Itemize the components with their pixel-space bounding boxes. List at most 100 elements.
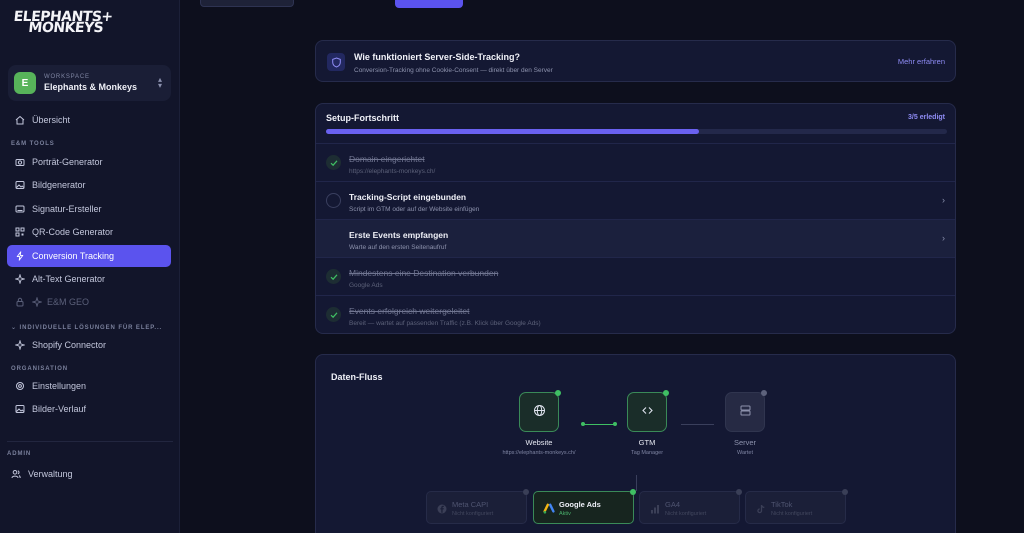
destination-meta-capi[interactable]: Meta CAPI Nicht konfiguriert: [426, 489, 529, 524]
destination-name: GA4: [665, 500, 681, 509]
sidebar-item-label: E&M GEO: [47, 297, 90, 307]
connector-dot: [613, 422, 617, 426]
lock-icon: [15, 297, 25, 307]
setup-progress-card: Setup-Fortschritt 3/5 erledigt Domain ei…: [315, 103, 956, 334]
chevron-right-icon: ›: [942, 233, 945, 243]
sidebar-item-overview[interactable]: Übersicht: [7, 109, 171, 131]
sidebar-item-alt-text-generator[interactable]: Alt-Text Generator: [7, 268, 171, 290]
setup-progress-fill: [326, 129, 699, 134]
node-sub-website: https://elephants-monkeys.ch/: [502, 450, 576, 456]
sidebar-item-label: Bilder-Verlauf: [32, 404, 87, 414]
step-subtitle: Warte auf den ersten Seitenaufruf: [349, 244, 447, 251]
setup-progress-bar: [326, 129, 947, 134]
pending-circle-icon: [326, 231, 341, 246]
flow-connector-website-gtm: [583, 424, 615, 425]
destination-status: Nicht konfiguriert: [452, 511, 494, 517]
tab-overview[interactable]: [395, 0, 463, 8]
chevron-down-icon: ⌄: [11, 325, 17, 331]
destination-name: Meta CAPI: [452, 500, 489, 509]
sidebar-item-settings[interactable]: Einstellungen: [7, 375, 171, 397]
server-side-info-banner: Wie funktioniert Server-Side-Tracking? C…: [315, 40, 956, 82]
sidebar-item-label: QR-Code Generator: [32, 227, 114, 237]
top-tab-bar: [180, 0, 1024, 8]
analytics-icon: [649, 503, 661, 515]
step-title: Erste Events empfangen: [349, 230, 449, 240]
step-title: Domain eingerichtet: [349, 154, 425, 164]
step-subtitle: https://elephants-monkeys.ch/: [349, 168, 436, 175]
tiktok-icon: [755, 503, 767, 515]
destination-ga4[interactable]: GA4 Nicht konfiguriert: [639, 489, 742, 524]
sidebar-item-label: Alt-Text Generator: [32, 274, 106, 284]
setup-step-destination[interactable]: Mindestens eine Destination verbunden Go…: [316, 257, 955, 295]
sidebar-item-qr-code-generator[interactable]: QR-Code Generator: [7, 221, 171, 243]
destination-status: Aktiv: [559, 511, 571, 517]
sidebar-item-conversion-tracking[interactable]: Conversion Tracking: [7, 245, 171, 267]
flow-connector-gtm-server: [681, 424, 714, 425]
signature-icon: [15, 204, 25, 214]
data-flow-card: Daten-Fluss Website https://elephants-mo…: [315, 354, 956, 533]
top-filter-pill[interactable]: [200, 0, 294, 7]
shield-icon: [327, 53, 345, 71]
empty-circle-icon: [326, 193, 341, 208]
image-icon: [15, 404, 25, 414]
camera-icon: [15, 157, 25, 167]
connector-dot: [581, 422, 585, 426]
image-icon: [15, 180, 25, 190]
sidebar-item-em-geo[interactable]: E&M GEO: [7, 291, 171, 313]
status-dot: [736, 489, 742, 495]
step-title: Tracking-Script eingebunden: [349, 192, 467, 202]
chevron-up-down-icon: ▴ ▾: [157, 75, 162, 90]
sidebar-item-label: Shopify Connector: [32, 340, 107, 350]
setup-step-first-events[interactable]: Erste Events empfangen Warte auf den ers…: [316, 219, 955, 257]
check-icon: [326, 307, 341, 322]
sidebar-divider: [7, 441, 173, 442]
sidebar-item-label: Porträt-Generator: [32, 157, 103, 167]
sidebar-item-shopify-connector[interactable]: Shopify Connector: [7, 334, 171, 356]
workspace-switcher[interactable]: E WORKSPACE Elephants & Monkeys ▴ ▾: [8, 65, 171, 101]
learn-more-link[interactable]: Mehr erfahren: [898, 57, 945, 66]
flow-title: Daten-Fluss: [331, 372, 383, 382]
sidebar-item-image-generator[interactable]: Bildgenerator: [7, 174, 171, 196]
sidebar-item-signature-creator[interactable]: Signatur-Ersteller: [7, 198, 171, 220]
setup-count: 3/5 erledigt: [908, 114, 945, 121]
step-title: Events erfolgreich weitergeleitet: [349, 306, 470, 316]
sidebar-item-portrait-generator[interactable]: Porträt-Generator: [7, 151, 171, 173]
code-icon: [641, 404, 654, 420]
setup-step-forwarded[interactable]: Events erfolgreich weitergeleitet Bereit…: [316, 295, 955, 333]
globe-icon: [533, 404, 546, 420]
status-dot: [842, 489, 848, 495]
status-dot: [761, 390, 767, 396]
section-label-organisation: ORGANISATION: [11, 366, 69, 372]
home-icon: [15, 115, 25, 125]
sidebar-item-image-history[interactable]: Bilder-Verlauf: [7, 398, 171, 420]
step-subtitle: Google Ads: [349, 282, 383, 289]
destination-name: TikTok: [771, 500, 793, 509]
flow-node-server[interactable]: [725, 390, 767, 432]
status-dot: [630, 489, 636, 495]
step-subtitle: Bereit — wartet auf passenden Traffic (z…: [349, 320, 541, 327]
destination-google-ads[interactable]: Google Ads Aktiv: [533, 489, 636, 524]
destination-status: Nicht konfiguriert: [665, 511, 707, 517]
sidebar-item-label: Signatur-Ersteller: [32, 204, 102, 214]
sidebar-item-label: Einstellungen: [32, 381, 87, 391]
info-subtitle: Conversion-Tracking ohne Cookie-Consent …: [354, 67, 553, 74]
users-icon: [11, 469, 21, 479]
status-dot: [555, 390, 561, 396]
setup-step-domain[interactable]: Domain eingerichtet https://elephants-mo…: [316, 143, 955, 181]
destination-name: Google Ads: [559, 500, 601, 509]
step-title: Mindestens eine Destination verbunden: [349, 268, 499, 278]
sidebar-item-administration[interactable]: Verwaltung: [3, 463, 167, 485]
sidebar-item-label: Verwaltung: [28, 469, 73, 479]
node-label-website: Website: [525, 438, 553, 447]
sparkle-icon: [15, 340, 25, 350]
destination-tiktok[interactable]: TikTok Nicht konfiguriert: [745, 489, 848, 524]
bolt-icon: [15, 251, 25, 261]
flow-node-gtm[interactable]: [627, 390, 669, 432]
destination-status: Nicht konfiguriert: [771, 511, 813, 517]
server-icon: [739, 404, 752, 420]
qr-code-icon: [15, 227, 25, 237]
flow-node-website[interactable]: [519, 390, 561, 432]
setup-step-tracking-script[interactable]: Tracking-Script eingebunden Script im GT…: [316, 181, 955, 219]
brand-logo[interactable]: ELEPHANTS+ MONKEYS: [12, 9, 124, 36]
sparkle-icon: [32, 297, 42, 307]
